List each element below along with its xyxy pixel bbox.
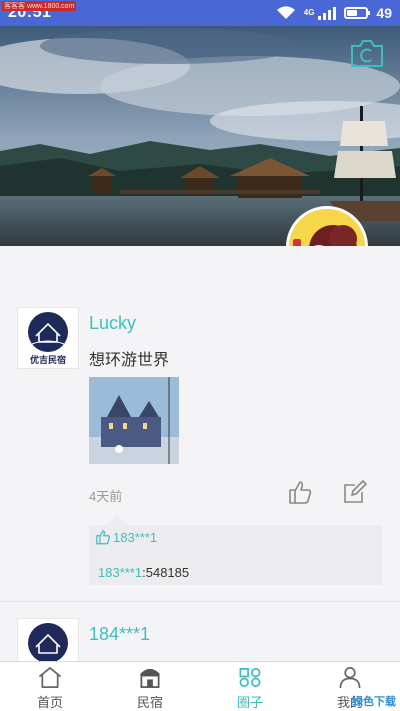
signal-icon xyxy=(318,6,337,20)
comment-text: 548185 xyxy=(145,565,190,580)
comment-item[interactable]: 183***1:548185 xyxy=(98,565,189,580)
post-image[interactable] xyxy=(89,377,179,464)
circle-grid-icon xyxy=(239,668,261,687)
battery-level: 49 xyxy=(376,5,392,21)
house-icon xyxy=(140,668,160,688)
feed-post: 184***1 xyxy=(0,602,400,661)
post-avatar[interactable] xyxy=(17,618,79,661)
user-icon xyxy=(339,667,361,689)
post-author[interactable]: 184***1 xyxy=(89,624,150,645)
post-avatar[interactable]: 优吉民宿 xyxy=(17,307,79,369)
feed[interactable]: 优吉民宿 Lucky 想环游世界 4天前 183***1 183***1:548… xyxy=(0,246,400,661)
comment-edit-icon[interactable] xyxy=(342,479,368,505)
minsu-logo-icon xyxy=(28,623,68,661)
like-user[interactable]: 183***1 xyxy=(113,530,157,545)
camera-icon[interactable] xyxy=(350,38,384,68)
reply-box: 183***1 183***1:548185 xyxy=(89,515,382,585)
thumbs-up-icon[interactable] xyxy=(287,479,313,505)
wifi-icon xyxy=(276,6,295,20)
watermark-bottom: 绿色下载 xyxy=(352,696,396,708)
likes-row: 183***1 xyxy=(95,529,157,545)
tab-label: 民宿 xyxy=(136,695,163,710)
castle-photo xyxy=(89,377,179,464)
network-type: 4G xyxy=(303,8,315,17)
post-author[interactable]: Lucky xyxy=(89,313,136,334)
watermark-top: 客客客 www.1800.com xyxy=(2,1,77,11)
like-small-icon xyxy=(96,530,110,545)
feed-post: 优吉民宿 Lucky 想环游世界 4天前 183***1 183***1:548… xyxy=(0,246,400,601)
battery-icon xyxy=(344,7,371,19)
tab-home[interactable]: 首页 xyxy=(0,662,100,711)
post-avatar-label: 优吉民宿 xyxy=(30,354,66,366)
bottom-tab-bar: 首页 民宿 圈子 我的 xyxy=(0,661,400,711)
comment-user[interactable]: 183***1 xyxy=(98,565,142,580)
minsu-logo-icon: 优吉民宿 xyxy=(28,312,68,366)
post-time: 4天前 xyxy=(89,489,123,504)
tab-label: 圈子 xyxy=(236,695,263,710)
tab-label: 首页 xyxy=(36,695,63,710)
home-icon xyxy=(38,667,62,688)
post-text: 想环游世界 xyxy=(89,352,170,369)
tab-circle[interactable]: 圈子 xyxy=(200,662,300,711)
tab-minsu[interactable]: 民宿 xyxy=(100,662,200,711)
